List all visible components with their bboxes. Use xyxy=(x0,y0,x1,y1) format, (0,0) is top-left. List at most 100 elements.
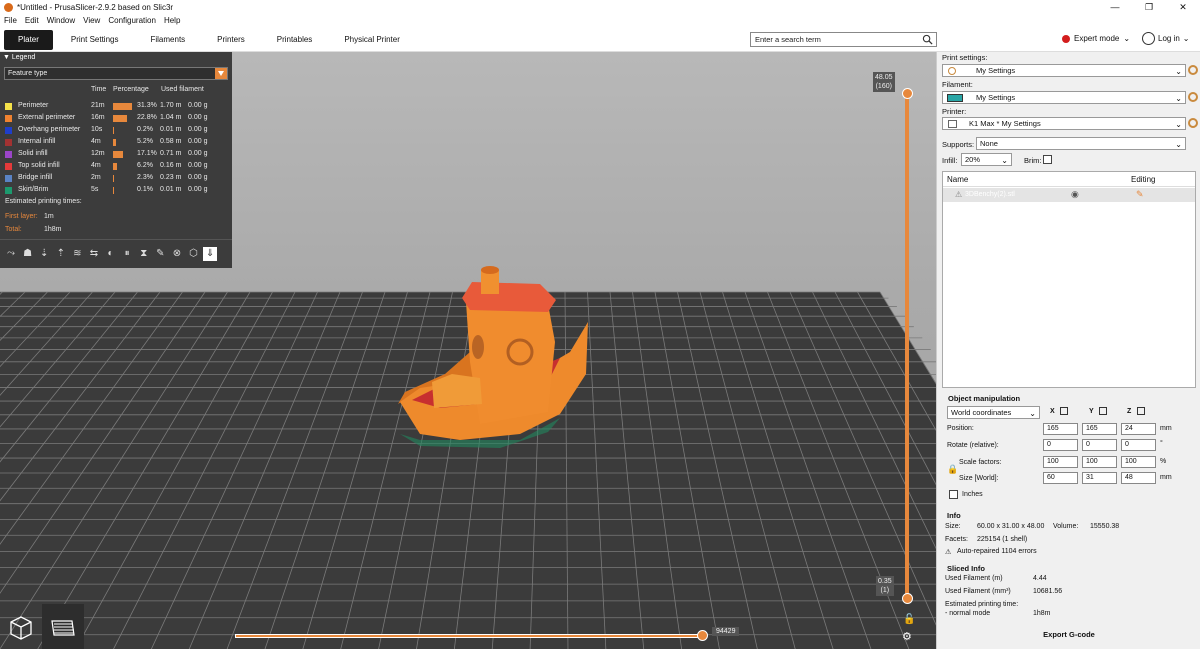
feature-row[interactable]: Skirt/Brim 5s 0.1% 0.01 m 0.00 g xyxy=(0,184,232,196)
legend-header[interactable]: ▼ Legend xyxy=(0,52,232,64)
feature-percentage-bar xyxy=(113,103,132,110)
x-drop-icon[interactable] xyxy=(1060,407,1068,415)
print-settings-combo[interactable]: My Settings ⌄ xyxy=(942,64,1186,77)
menu-edit[interactable]: Edit xyxy=(25,16,39,25)
menu-file[interactable]: File xyxy=(4,16,17,25)
normal-mode-value: 1h8m xyxy=(1033,610,1051,617)
brim-checkbox[interactable] xyxy=(1043,155,1052,164)
tool-marker-icon[interactable]: ⬡ xyxy=(187,247,201,261)
feature-row[interactable]: External perimeter 16m 22.8% 1.04 m 0.00 g xyxy=(0,112,232,124)
lower-layer-thumb[interactable] xyxy=(902,593,913,604)
edit-icon[interactable]: ✎ xyxy=(1136,189,1144,200)
coordinate-system-combo[interactable]: World coordinates ⌄ xyxy=(947,406,1040,419)
3d-view-button[interactable] xyxy=(0,604,42,649)
feature-row[interactable]: Perimeter 21m 31.3% 1.70 m 0.00 g xyxy=(0,100,232,112)
z-drop-icon[interactable] xyxy=(1137,407,1145,415)
color-changes-icon[interactable]: ◐ xyxy=(104,247,118,261)
tab-print-settings[interactable]: Print Settings xyxy=(57,30,133,50)
search-icon[interactable] xyxy=(922,34,933,45)
lock-icon[interactable]: 🔒 xyxy=(947,464,958,475)
tab-filaments[interactable]: Filaments xyxy=(136,30,199,50)
pause-prints-icon[interactable]: ⏸ xyxy=(120,247,134,261)
object-list-header: Name Editing xyxy=(943,172,1195,187)
upper-layer-thumb[interactable] xyxy=(902,88,913,99)
feature-row[interactable]: Overhang perimeter 10s 0.2% 0.01 m 0.00 g xyxy=(0,124,232,136)
tab-printables[interactable]: Printables xyxy=(263,30,327,50)
scale-z-input[interactable]: 100 xyxy=(1121,456,1156,468)
print-settings-gear-icon[interactable] xyxy=(1188,65,1198,75)
export-gcode-button[interactable]: Export G-code xyxy=(942,627,1196,643)
brim-label: Brim: xyxy=(1024,156,1042,165)
layer-slider-track[interactable] xyxy=(905,92,909,602)
col-used-filament: Used filament xyxy=(161,86,204,93)
travel-icon[interactable]: ⤳ xyxy=(4,247,18,261)
coordinate-system-value: World coordinates xyxy=(951,408,1012,417)
view-type-dropdown[interactable]: Feature type xyxy=(4,67,228,80)
y-drop-icon[interactable] xyxy=(1099,407,1107,415)
used-filament-mm3-label: Used Filament (mm³) xyxy=(945,588,1011,595)
supports-combo[interactable]: None ⌄ xyxy=(976,137,1186,150)
menu-configuration[interactable]: Configuration xyxy=(108,16,156,25)
tab-plater[interactable]: Plater xyxy=(4,29,53,50)
mode-selector[interactable]: Expert mode ⌄ xyxy=(1062,34,1130,43)
tab-physical-printer[interactable]: Physical Printer xyxy=(330,30,414,50)
legend-panel: ▼ Legend Feature type Time Percentage Us… xyxy=(0,52,232,268)
preview-button[interactable] xyxy=(42,604,84,649)
infill-combo[interactable]: 20% ⌄ xyxy=(961,153,1012,166)
center-of-gravity-icon[interactable]: ✎ xyxy=(153,247,167,261)
printer-gear-icon[interactable] xyxy=(1188,118,1198,128)
minimize-button[interactable]: — xyxy=(1098,0,1132,14)
dropdown-arrow-icon[interactable] xyxy=(215,68,227,79)
feature-row[interactable]: Solid infill 12m 17.1% 0.71 m 0.00 g xyxy=(0,148,232,160)
position-y-input[interactable]: 165 xyxy=(1082,423,1117,435)
feature-row[interactable]: Internal infill 4m 5.2% 0.58 m 0.00 g xyxy=(0,136,232,148)
size-x-input[interactable]: 60 xyxy=(1043,472,1078,484)
maximize-button[interactable]: ❐ xyxy=(1132,0,1166,14)
rotate-z-input[interactable]: 0 xyxy=(1121,439,1156,451)
object-list: Name Editing ⚠ 3DBenchy(2).stl ◉ ✎ xyxy=(942,171,1196,388)
menu-view[interactable]: View xyxy=(83,16,100,25)
editing-column-header[interactable]: Editing xyxy=(1131,175,1155,184)
inches-checkbox[interactable] xyxy=(949,490,958,499)
feature-row[interactable]: Top solid infill 4m 6.2% 0.16 m 0.00 g xyxy=(0,160,232,172)
tool-changes-icon[interactable]: ⇆ xyxy=(87,247,101,261)
feature-time: 2m xyxy=(91,174,101,181)
object-row[interactable]: ⚠ 3DBenchy(2).stl ◉ ✎ xyxy=(943,188,1195,202)
name-column-header[interactable]: Name xyxy=(947,175,968,184)
size-z-input[interactable]: 48 xyxy=(1121,472,1156,484)
settings-cog-icon[interactable]: ⚙ xyxy=(902,630,912,643)
deretractions-icon[interactable]: ⇡ xyxy=(54,247,68,261)
filament-combo[interactable]: My Settings ⌄ xyxy=(942,91,1186,104)
menu-help[interactable]: Help xyxy=(164,16,180,25)
scale-x-input[interactable]: 100 xyxy=(1043,456,1078,468)
printer-combo[interactable]: K1 Max * My Settings ⌄ xyxy=(942,117,1186,130)
legend-toggle-icon[interactable]: ⇓ xyxy=(203,247,218,261)
move-slider-track[interactable] xyxy=(235,634,705,638)
move-slider-thumb[interactable] xyxy=(697,630,708,641)
position-x-input[interactable]: 165 xyxy=(1043,423,1078,435)
seams-icon[interactable]: ≋ xyxy=(70,247,84,261)
login-button[interactable]: Log in ⌄ xyxy=(1142,32,1190,45)
feature-percentage: 6.2% xyxy=(137,162,153,169)
menu-window[interactable]: Window xyxy=(47,16,75,25)
feature-row[interactable]: Bridge infill 2m 2.3% 0.23 m 0.00 g xyxy=(0,172,232,184)
search-input[interactable]: Enter a search term xyxy=(750,32,937,47)
custom-gcode-icon[interactable]: ⧗ xyxy=(137,247,151,261)
tab-printers[interactable]: Printers xyxy=(203,30,259,50)
shells-icon[interactable]: ⊗ xyxy=(170,247,184,261)
eye-icon[interactable]: ◉ xyxy=(1071,189,1079,200)
scale-y-input[interactable]: 100 xyxy=(1082,456,1117,468)
rotate-x-input[interactable]: 0 xyxy=(1043,439,1078,451)
filament-gear-icon[interactable] xyxy=(1188,92,1198,102)
normal-mode-label: - normal mode xyxy=(945,610,991,617)
size-y-input[interactable]: 31 xyxy=(1082,472,1117,484)
size-info-label: Size: xyxy=(945,523,961,530)
position-z-input[interactable]: 24 xyxy=(1121,423,1156,435)
retractions-icon[interactable]: ⇣ xyxy=(37,247,51,261)
3d-viewport[interactable]: ▼ Legend Feature type Time Percentage Us… xyxy=(0,52,936,649)
wipe-icon[interactable]: ☗ xyxy=(21,247,35,261)
lock-icon[interactable]: 🔓 xyxy=(903,614,915,625)
close-button[interactable]: ✕ xyxy=(1166,0,1200,14)
rotate-y-input[interactable]: 0 xyxy=(1082,439,1117,451)
feature-length: 0.01 m xyxy=(160,186,182,193)
